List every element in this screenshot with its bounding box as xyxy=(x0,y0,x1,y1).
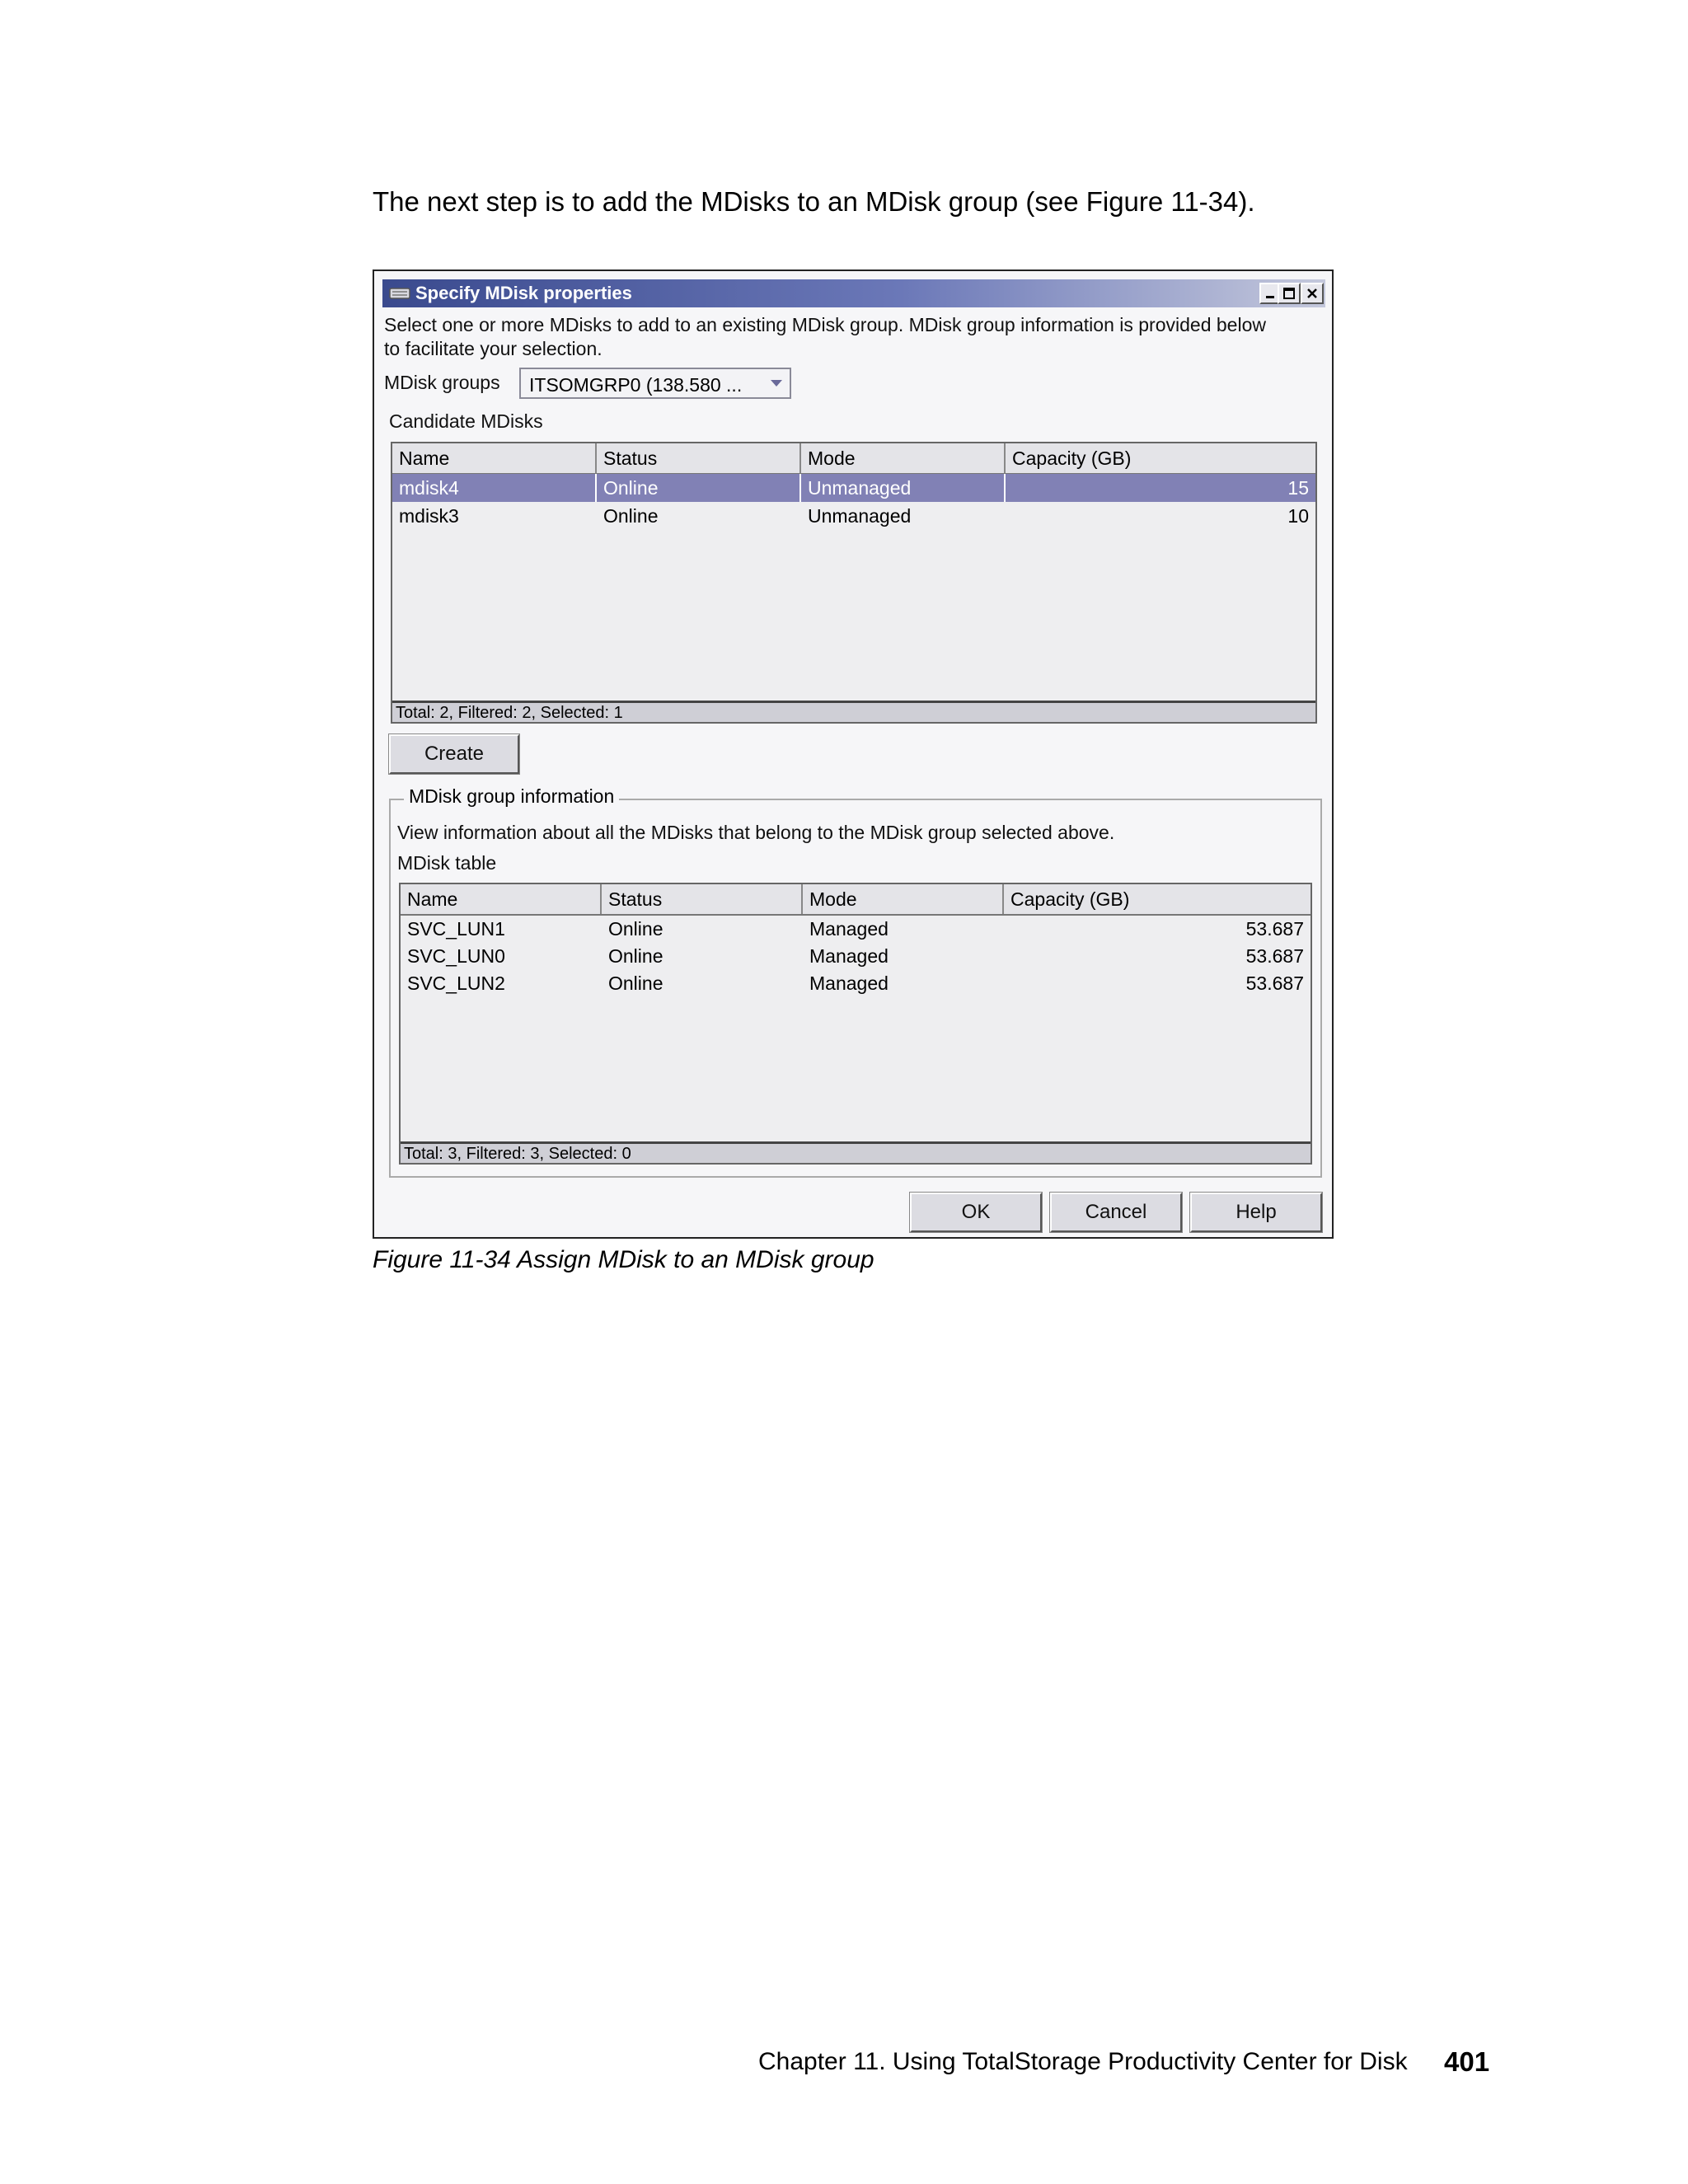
table-row[interactable]: mdisk4 Online Unmanaged 15 xyxy=(392,474,1315,502)
group-info-description: View information about all the MDisks th… xyxy=(397,822,1115,843)
dialog-title: Specify MDisk properties xyxy=(415,283,632,303)
cell-status: Online xyxy=(597,474,801,502)
app-window-icon xyxy=(389,286,410,301)
cell-name: mdisk3 xyxy=(399,505,459,527)
table-header: Name Status Mode Capacity (GB) xyxy=(401,884,1311,916)
cell-capacity: 53.687 xyxy=(1245,918,1304,940)
table-row[interactable]: SVC_LUN0 Online Managed 53.687 xyxy=(401,942,1311,970)
candidate-mdisks-table: Name Status Mode Capacity (GB) mdisk4 On… xyxy=(391,442,1317,724)
column-header-name[interactable]: Name xyxy=(392,443,597,473)
cell-mode: Managed xyxy=(809,918,889,940)
mdisk-group-information: MDisk group information View information… xyxy=(389,785,1322,1178)
cell-capacity: 53.687 xyxy=(1245,972,1304,994)
chevron-down-icon[interactable] xyxy=(770,377,783,393)
mdisk-groups-select[interactable]: ITSOMGRP0 (138.580 ... xyxy=(519,368,791,399)
column-header-capacity[interactable]: Capacity (GB) xyxy=(1004,884,1311,914)
group-info-legend: MDisk group information xyxy=(404,785,620,808)
cell-capacity: 10 xyxy=(1287,505,1309,527)
table-status-footer: Total: 3, Filtered: 3, Selected: 0 xyxy=(401,1141,1311,1163)
help-button[interactable]: Help xyxy=(1189,1192,1323,1233)
column-header-capacity[interactable]: Capacity (GB) xyxy=(1006,443,1315,473)
cell-name: SVC_LUN2 xyxy=(407,972,505,994)
cell-name: mdisk4 xyxy=(392,474,597,502)
table-row[interactable]: mdisk3 Online Unmanaged 10 xyxy=(392,502,1315,530)
intro-text: The next step is to add the MDisks to an… xyxy=(373,186,1255,217)
cell-name: SVC_LUN0 xyxy=(407,945,505,967)
create-button[interactable]: Create xyxy=(388,733,520,775)
maximize-icon[interactable] xyxy=(1278,283,1301,304)
mdisk-groups-label: MDisk groups xyxy=(384,372,500,393)
cancel-button[interactable]: Cancel xyxy=(1049,1192,1183,1233)
cell-capacity: 15 xyxy=(1287,477,1309,499)
table-header: Name Status Mode Capacity (GB) xyxy=(392,443,1315,475)
mdisk-table: Name Status Mode Capacity (GB) SVC_LUN1 … xyxy=(399,883,1312,1165)
figure-caption: Figure 11-34 Assign MDisk to an MDisk gr… xyxy=(373,1246,874,1273)
title-bar[interactable]: Specify MDisk properties xyxy=(382,279,1325,307)
column-header-status[interactable]: Status xyxy=(597,443,801,473)
cell-status: Online xyxy=(603,505,659,527)
column-header-name[interactable]: Name xyxy=(401,884,602,914)
candidate-mdisks-label: Candidate MDisks xyxy=(389,410,543,432)
page-number: 401 xyxy=(1444,2046,1490,2077)
column-header-mode[interactable]: Mode xyxy=(801,443,1006,473)
cell-mode: Unmanaged xyxy=(808,505,912,527)
table-row[interactable]: SVC_LUN2 Online Managed 53.687 xyxy=(401,969,1311,997)
cell-name: SVC_LUN1 xyxy=(407,918,505,940)
mdisk-table-label: MDisk table xyxy=(397,852,497,874)
cell-mode: Managed xyxy=(809,945,889,967)
instructions-line-1: Select one or more MDisks to add to an e… xyxy=(384,314,1266,335)
column-header-status[interactable]: Status xyxy=(602,884,803,914)
specify-mdisk-dialog: Specify MDisk properties Select one or m… xyxy=(373,269,1334,1239)
table-status-footer: Total: 2, Filtered: 2, Selected: 1 xyxy=(392,701,1315,722)
cell-capacity: 53.687 xyxy=(1245,945,1304,967)
cell-mode: Unmanaged xyxy=(801,474,1006,502)
ok-button[interactable]: OK xyxy=(909,1192,1043,1233)
close-icon[interactable] xyxy=(1301,283,1324,304)
instructions-line-2: to facilitate your selection. xyxy=(384,338,603,359)
table-row[interactable]: SVC_LUN1 Online Managed 53.687 xyxy=(401,915,1311,943)
column-header-mode[interactable]: Mode xyxy=(803,884,1004,914)
cell-mode: Managed xyxy=(809,972,889,994)
cell-status: Online xyxy=(608,945,663,967)
mdisk-groups-value: ITSOMGRP0 (138.580 ... xyxy=(529,374,743,396)
chapter-footer: Chapter 11. Using TotalStorage Productiv… xyxy=(758,2048,1408,2075)
cell-status: Online xyxy=(608,918,663,940)
cell-status: Online xyxy=(608,972,663,994)
